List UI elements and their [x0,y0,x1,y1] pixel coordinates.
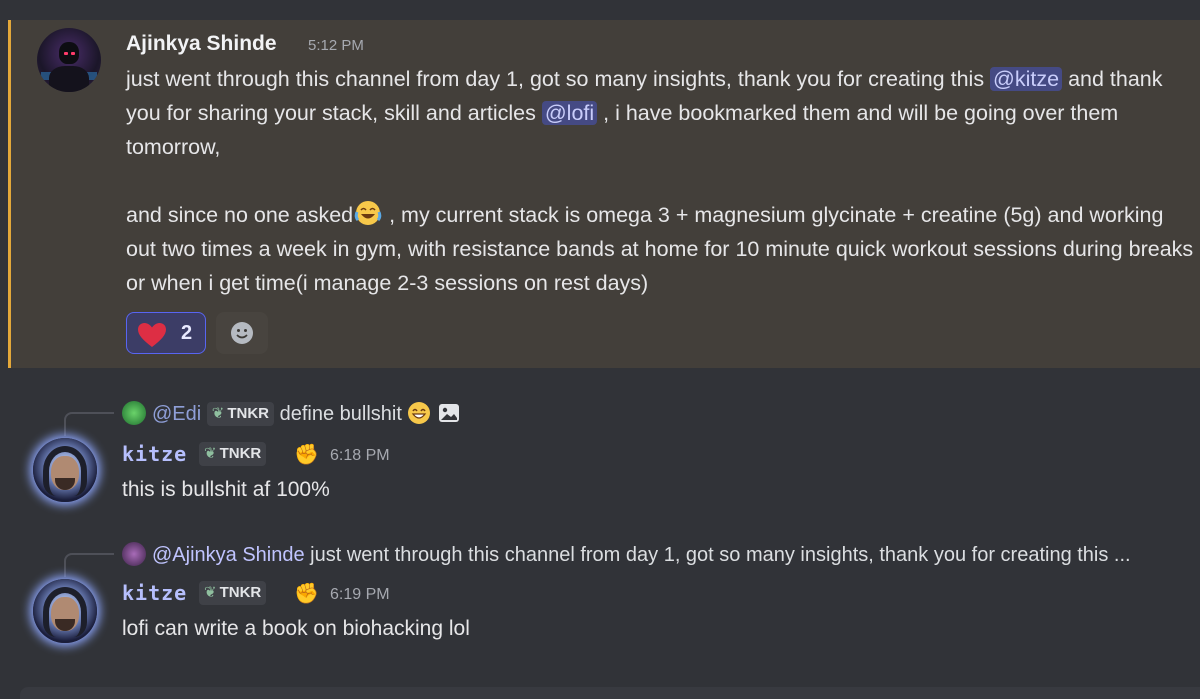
avatar-ajinkya-small [122,542,146,566]
tag-badge: ❦ TNKR [199,581,267,605]
avatar-kitze[interactable] [33,579,97,643]
message-timestamp[interactable]: 5:12 PM [308,37,364,54]
heart-icon [138,323,166,347]
avatar-edi-small [122,401,146,425]
mention-lofi[interactable]: @lofi [541,101,598,125]
message-input-bar[interactable] [20,687,1200,699]
top-strip [0,0,1200,20]
reply-mention[interactable]: @Ajinkya Shinde [152,544,305,566]
smile-icon [231,322,253,344]
fist-emoji: ✊ [294,583,319,605]
message-text: and since no one asked [126,203,354,227]
joy-emoji [354,201,382,225]
message-timestamp[interactable]: 6:18 PM [330,447,390,465]
heart-reaction-button[interactable]: 2 [126,312,206,354]
avatar-kitze[interactable] [33,438,97,502]
mention-kitze[interactable]: @kitze [990,67,1063,91]
message-timestamp[interactable]: 6:19 PM [330,586,390,604]
reply-connector [64,553,114,577]
reply-text: just went through this channel from day … [310,544,1131,566]
tag-badge: ❦ TNKR [206,402,275,426]
grin-emoji [408,402,431,424]
message-text: this is bullshit af 100% [122,478,330,501]
author-name[interactable]: kitze [122,442,187,466]
reply-preview[interactable]: @Ajinkya Shinde just went through this c… [122,542,1131,567]
image-icon[interactable] [437,401,461,425]
reply-preview[interactable]: @Edi ❦ TNKR define bullshit [122,401,461,426]
add-reaction-button[interactable] [216,312,268,354]
reply-connector [64,412,114,436]
avatar-ajinkya[interactable] [37,28,101,92]
reply-text: define bullshit [279,403,402,425]
reply-mention[interactable]: @Edi [152,403,201,425]
fist-emoji: ✊ [294,444,319,466]
message-content: just went through this channel from day … [126,62,1196,300]
author-name[interactable]: Ajinkya Shinde [126,32,277,56]
message-text: just went through this channel from day … [126,67,991,91]
message-text: lofi can write a book on biohacking lol [122,617,470,640]
message-highlighted[interactable]: Ajinkya Shinde 5:12 PM just went through… [8,20,1200,368]
author-name[interactable]: kitze [122,581,187,605]
tag-badge: ❦ TNKR [199,442,267,466]
reaction-count: 2 [181,322,193,344]
